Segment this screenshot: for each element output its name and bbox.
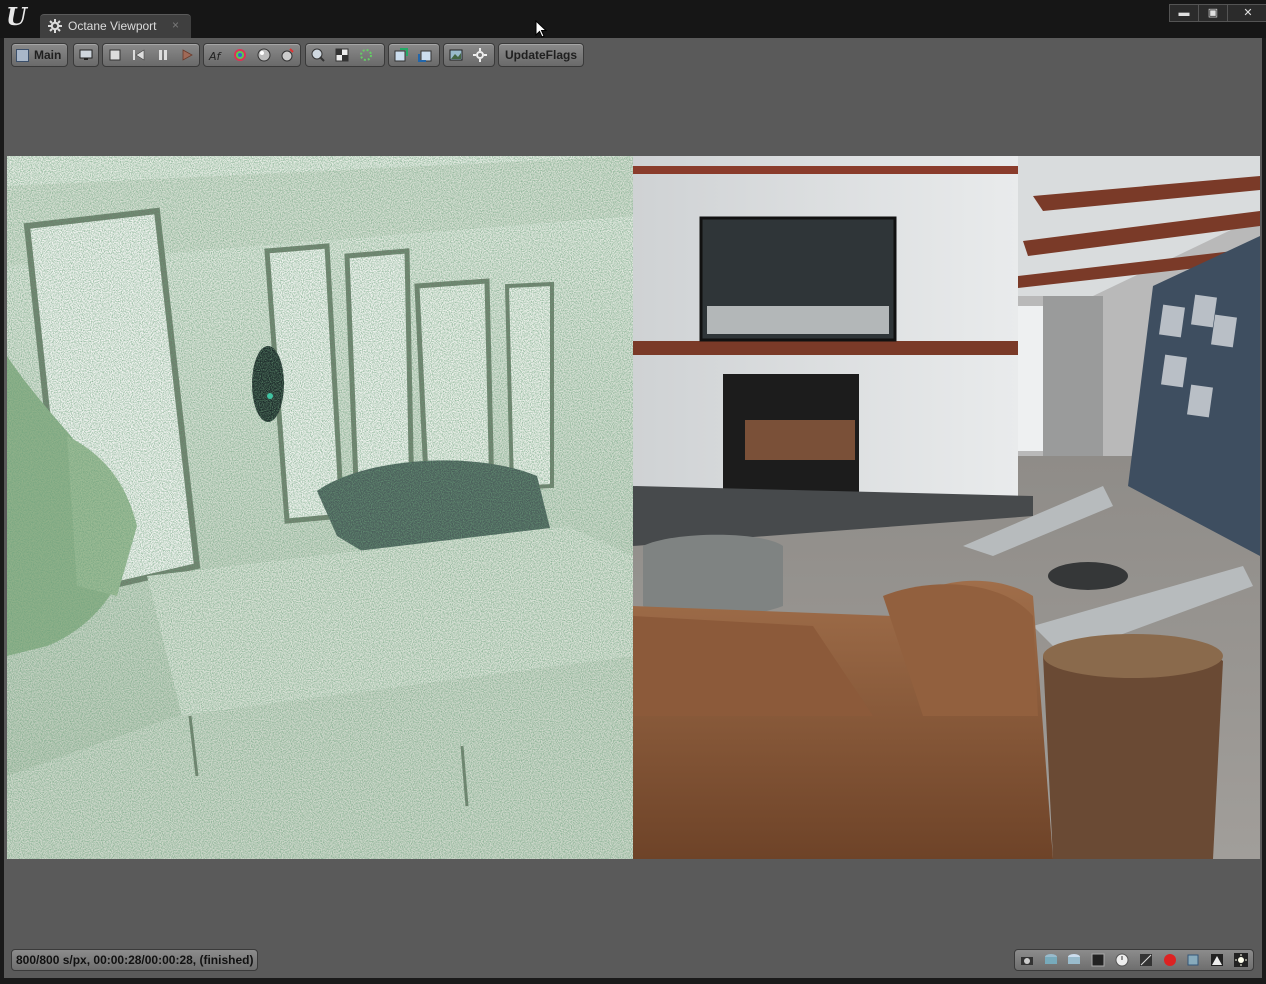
display-button[interactable] bbox=[73, 43, 99, 67]
display-icon bbox=[74, 44, 98, 66]
window-controls: ▬ ▣ ✕ bbox=[1169, 4, 1266, 22]
main-view-icon bbox=[16, 48, 29, 62]
render-view[interactable] bbox=[7, 156, 1260, 859]
film-icon[interactable] bbox=[1090, 952, 1106, 968]
main-button-label: Main bbox=[34, 48, 62, 62]
stop-icon[interactable] bbox=[103, 44, 127, 66]
main-button[interactable]: Main bbox=[11, 43, 69, 67]
close-button[interactable]: ✕ bbox=[1227, 4, 1266, 22]
scene-tools-group: Af bbox=[203, 43, 301, 67]
clock-icon[interactable] bbox=[1114, 952, 1130, 968]
tab-octane-viewport[interactable]: Octane Viewport × bbox=[40, 14, 191, 39]
tab-title: Octane Viewport bbox=[68, 19, 157, 33]
import-icon[interactable] bbox=[413, 44, 437, 66]
io-tools-group bbox=[388, 43, 440, 67]
disk-icon[interactable] bbox=[1043, 952, 1059, 968]
zoom-icon[interactable] bbox=[306, 44, 330, 66]
image-tools-group bbox=[443, 43, 495, 67]
status-icon-bar bbox=[1014, 949, 1254, 971]
title-bar: U Octane Viewport × ▬ ▣ ✕ bbox=[0, 0, 1266, 39]
update-flags-button[interactable]: UpdateFlags bbox=[498, 43, 585, 67]
play-icon[interactable] bbox=[175, 44, 199, 66]
tab-close-icon[interactable]: × bbox=[172, 18, 179, 32]
pause-icon[interactable] bbox=[151, 44, 175, 66]
spinner-icon[interactable] bbox=[354, 44, 378, 66]
update-flags-label: UpdateFlags bbox=[505, 48, 578, 62]
restart-icon[interactable] bbox=[127, 44, 151, 66]
region-icon[interactable] bbox=[330, 44, 354, 66]
af-icon[interactable]: Af bbox=[204, 44, 228, 66]
viewport-panel: Main Af UpdateFlags 800/800 s/px, 00:00:… bbox=[4, 38, 1262, 978]
color-icon[interactable] bbox=[228, 44, 252, 66]
light-icon[interactable] bbox=[276, 44, 300, 66]
render-left-noisy bbox=[7, 156, 633, 859]
maximize-button[interactable]: ▣ bbox=[1198, 4, 1228, 22]
view-tools-group bbox=[305, 43, 385, 67]
blue-cube-icon[interactable] bbox=[1185, 952, 1201, 968]
settings-gear-icon[interactable] bbox=[468, 44, 492, 66]
minimize-button[interactable]: ▬ bbox=[1169, 4, 1199, 22]
grid-icon[interactable] bbox=[1138, 952, 1154, 968]
octane-gear-icon bbox=[48, 19, 62, 33]
red-sphere-icon[interactable] bbox=[1162, 952, 1178, 968]
export-icon[interactable] bbox=[389, 44, 413, 66]
disk-save-icon[interactable] bbox=[1066, 952, 1082, 968]
render-right-clean bbox=[633, 156, 1260, 859]
material-icon[interactable] bbox=[252, 44, 276, 66]
sun-icon[interactable] bbox=[1233, 952, 1249, 968]
render-control-group bbox=[102, 43, 200, 67]
levels-icon[interactable] bbox=[1209, 952, 1225, 968]
render-status: 800/800 s/px, 00:00:28/00:00:28, (finish… bbox=[11, 949, 259, 971]
image-icon[interactable] bbox=[444, 44, 468, 66]
camera-icon[interactable] bbox=[1019, 952, 1035, 968]
svg-text:Af: Af bbox=[208, 50, 223, 62]
unreal-logo[interactable]: U bbox=[6, 4, 28, 30]
